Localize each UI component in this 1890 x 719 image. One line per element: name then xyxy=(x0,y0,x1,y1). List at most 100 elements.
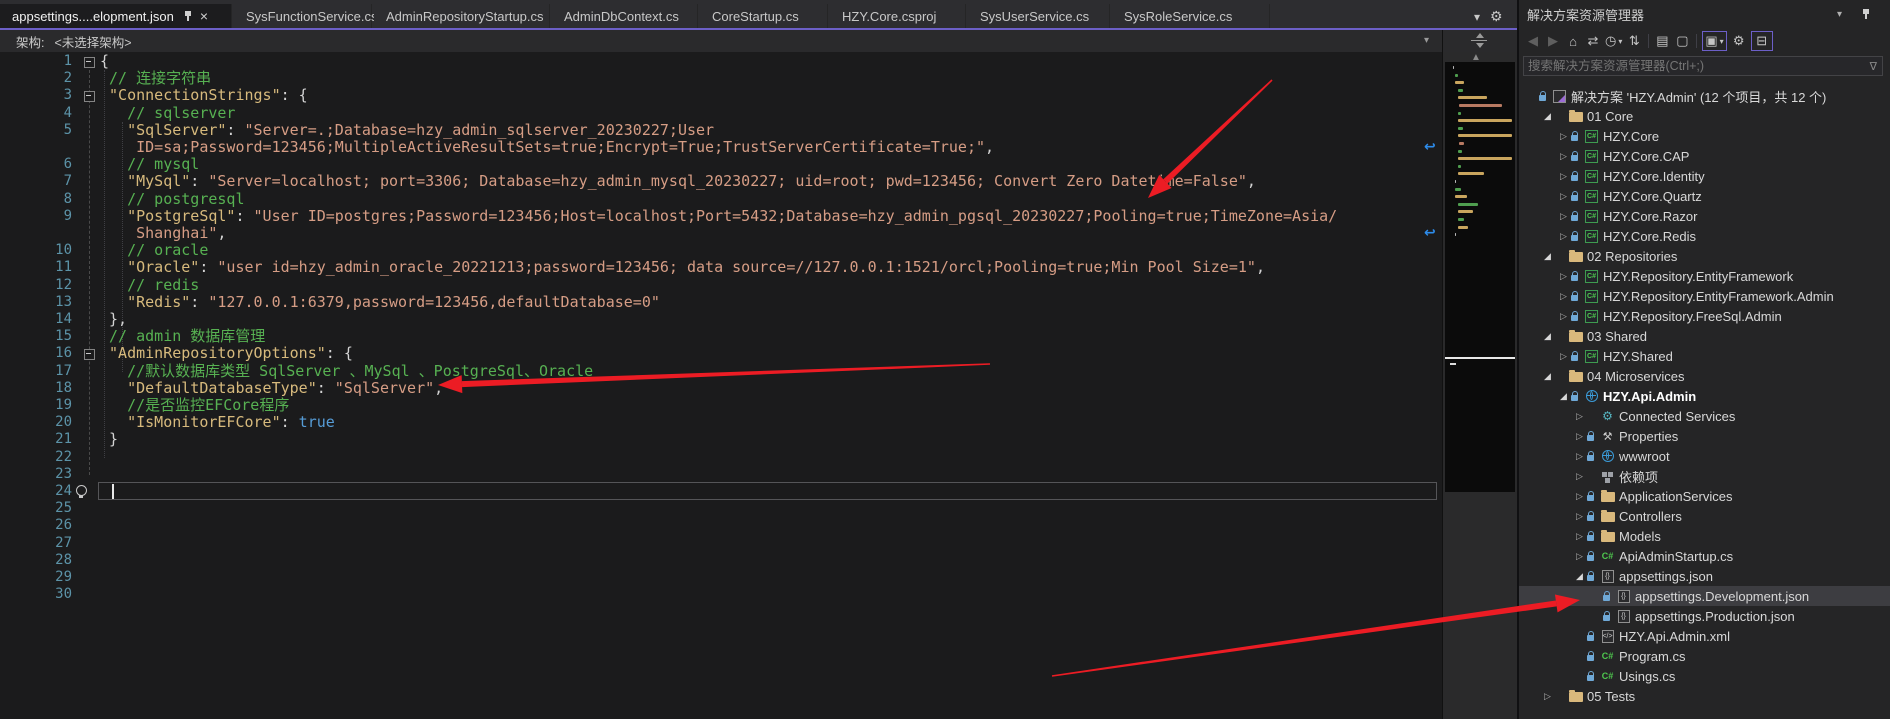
architecture-dropdown-icon[interactable]: ▾ xyxy=(1424,35,1429,46)
pin-icon[interactable] xyxy=(1861,8,1871,20)
tree-item[interactable]: ▷C#HZY.Core.Quartz xyxy=(1519,186,1890,206)
chevron-collapsed-icon[interactable]: ▷ xyxy=(1557,351,1570,362)
fold-marker[interactable] xyxy=(84,57,95,68)
tree-item[interactable]: ▷⚙Connected Services xyxy=(1519,406,1890,426)
tree-item[interactable]: ◢04 Microservices xyxy=(1519,366,1890,386)
chevron-collapsed-icon[interactable]: ▷ xyxy=(1573,531,1586,542)
chevron-expanded-icon[interactable]: ◢ xyxy=(1541,331,1554,342)
close-icon[interactable]: × xyxy=(200,9,208,23)
split-editor-handle[interactable] xyxy=(1469,33,1489,49)
architecture-combo[interactable]: <未选择架构> xyxy=(54,32,131,51)
fold-marker[interactable] xyxy=(84,91,95,102)
window-dropdown-icon[interactable]: ▾ xyxy=(1837,9,1842,20)
chevron-collapsed-icon[interactable]: ▷ xyxy=(1557,151,1570,162)
show-all-files-button[interactable]: ▤ xyxy=(1654,32,1670,50)
editor-tab[interactable]: SysFunctionService.cs xyxy=(234,4,372,28)
editor-tab[interactable]: SysRoleService.cs xyxy=(1112,4,1270,28)
lightbulb-icon[interactable] xyxy=(76,485,87,496)
tree-item[interactable]: ◢HZY.Api.Admin xyxy=(1519,386,1890,406)
pin-icon[interactable] xyxy=(183,10,193,22)
chevron-expanded-icon[interactable]: ◢ xyxy=(1541,371,1554,382)
editor-tab[interactable]: SysUserService.cs xyxy=(968,4,1110,28)
tree-item[interactable]: ▷⚒Properties xyxy=(1519,426,1890,446)
view-selector-button[interactable]: ▣▾ xyxy=(1702,31,1726,51)
chevron-collapsed-icon[interactable]: ▷ xyxy=(1573,551,1586,562)
line-number: 4 xyxy=(0,105,72,122)
tree-item[interactable]: ▷C#HZY.Core.Identity xyxy=(1519,166,1890,186)
chevron-expanded-icon[interactable]: ◢ xyxy=(1541,251,1554,262)
tree-item[interactable]: ▷C#HZY.Repository.EntityFramework.Admin xyxy=(1519,286,1890,306)
chevron-collapsed-icon[interactable]: ▷ xyxy=(1573,431,1586,442)
tree-item[interactable]: ▷ApplicationServices xyxy=(1519,486,1890,506)
minimap-line xyxy=(1458,127,1464,130)
pending-changes-filter-button[interactable]: ◷▾ xyxy=(1605,32,1622,50)
editor-tab[interactable]: HZY.Core.csproj xyxy=(830,4,966,28)
tree-item[interactable]: ◢02 Repositories xyxy=(1519,246,1890,266)
editor-tab[interactable]: AdminRepositoryStartup.cs xyxy=(374,4,550,28)
chevron-collapsed-icon[interactable]: ▷ xyxy=(1573,451,1586,462)
tree-item[interactable]: ▷C#HZY.Repository.EntityFramework xyxy=(1519,266,1890,286)
minimap-scrollbar[interactable]: ▲ xyxy=(1443,52,1517,719)
tree-item[interactable]: C#Usings.cs xyxy=(1519,666,1890,686)
chevron-collapsed-icon[interactable]: ▷ xyxy=(1557,211,1570,222)
fold-marker[interactable] xyxy=(84,349,95,360)
chevron-collapsed-icon[interactable]: ▷ xyxy=(1573,471,1586,482)
tree-item[interactable]: ◢{}appsettings.json xyxy=(1519,566,1890,586)
tree-item[interactable]: ▷05 Tests xyxy=(1519,686,1890,706)
tree-item[interactable]: ▷Controllers xyxy=(1519,506,1890,526)
solution-search-input[interactable] xyxy=(1524,59,1870,73)
chevron-expanded-icon[interactable]: ◢ xyxy=(1541,111,1554,122)
chevron-collapsed-icon[interactable]: ▷ xyxy=(1541,691,1554,702)
filter-funnel-icon[interactable]: ∇ xyxy=(1870,60,1877,73)
tree-item[interactable]: ▷C#HZY.Core.Razor xyxy=(1519,206,1890,226)
code-line: "MySql": "Server=localhost; port=3306; D… xyxy=(127,173,1256,191)
chevron-collapsed-icon[interactable]: ▷ xyxy=(1557,171,1570,182)
chevron-collapsed-icon[interactable]: ▷ xyxy=(1573,511,1586,522)
chevron-collapsed-icon[interactable]: ▷ xyxy=(1557,271,1570,282)
chevron-expanded-icon[interactable]: ◢ xyxy=(1573,571,1586,582)
code-editor-surface[interactable]: 1{2// 连接字符串3"ConnectionStrings": {4// sq… xyxy=(0,52,1443,719)
tree-item[interactable]: ▷C#HZY.Repository.FreeSql.Admin xyxy=(1519,306,1890,326)
copy-view-button[interactable]: ▢ xyxy=(1674,32,1690,50)
chevron-collapsed-icon[interactable]: ▷ xyxy=(1557,291,1570,302)
home-button[interactable]: ⌂ xyxy=(1565,32,1581,50)
line-number: 21 xyxy=(0,431,72,448)
tree-item[interactable]: ◢01 Core xyxy=(1519,106,1890,126)
line-number: 13 xyxy=(0,294,72,311)
editor-tab[interactable]: CoreStartup.cs xyxy=(700,4,828,28)
tree-item[interactable]: ▷Models xyxy=(1519,526,1890,546)
chevron-collapsed-icon[interactable]: ▷ xyxy=(1573,491,1586,502)
chevron-collapsed-icon[interactable]: ▷ xyxy=(1557,131,1570,142)
tree-item[interactable]: ▷依赖项 xyxy=(1519,466,1890,486)
minimap-line xyxy=(1459,104,1502,107)
sync-button[interactable]: ⇅ xyxy=(1626,32,1642,50)
minimap-document[interactable] xyxy=(1445,62,1515,492)
tree-item[interactable]: </>HZY.Api.Admin.xml xyxy=(1519,626,1890,646)
tree-item[interactable]: ▷C#ApiAdminStartup.cs xyxy=(1519,546,1890,566)
chevron-collapsed-icon[interactable]: ▷ xyxy=(1557,231,1570,242)
tree-item[interactable]: {}appsettings.Development.json xyxy=(1519,586,1890,606)
back-button[interactable]: ◀ xyxy=(1525,32,1541,50)
tree-item[interactable]: ▷wwwroot xyxy=(1519,446,1890,466)
tree-item[interactable]: ▷C#HZY.Core.Redis xyxy=(1519,226,1890,246)
tab-options-gear-icon[interactable]: ⚙ xyxy=(1490,8,1503,24)
properties-button[interactable]: ⚙ xyxy=(1731,32,1747,50)
tree-item[interactable]: ◢03 Shared xyxy=(1519,326,1890,346)
tab-list-dropdown-icon[interactable]: ▾ xyxy=(1474,10,1480,24)
chevron-collapsed-icon[interactable]: ▷ xyxy=(1557,191,1570,202)
tree-item[interactable]: 解决方案 'HZY.Admin' (12 个项目，共 12 个) xyxy=(1519,86,1890,106)
tree-item[interactable]: {}appsettings.Production.json xyxy=(1519,606,1890,626)
sync-with-active-document-button[interactable]: ⇄ xyxy=(1585,32,1601,50)
editor-tab[interactable]: appsettings....elopment.json× xyxy=(0,4,232,28)
editor-tab[interactable]: AdminDbContext.cs xyxy=(552,4,698,28)
tree-item[interactable]: ▷C#HZY.Shared xyxy=(1519,346,1890,366)
chevron-collapsed-icon[interactable]: ▷ xyxy=(1557,311,1570,322)
line-number: 1 xyxy=(0,53,72,70)
collapse-all-button[interactable]: ⊟ xyxy=(1751,31,1773,51)
chevron-expanded-icon[interactable]: ◢ xyxy=(1557,391,1570,402)
tree-item[interactable]: C#Program.cs xyxy=(1519,646,1890,666)
tree-item[interactable]: ▷C#HZY.Core xyxy=(1519,126,1890,146)
forward-button[interactable]: ▶ xyxy=(1545,32,1561,50)
chevron-collapsed-icon[interactable]: ▷ xyxy=(1573,411,1586,422)
tree-item[interactable]: ▷C#HZY.Core.CAP xyxy=(1519,146,1890,166)
